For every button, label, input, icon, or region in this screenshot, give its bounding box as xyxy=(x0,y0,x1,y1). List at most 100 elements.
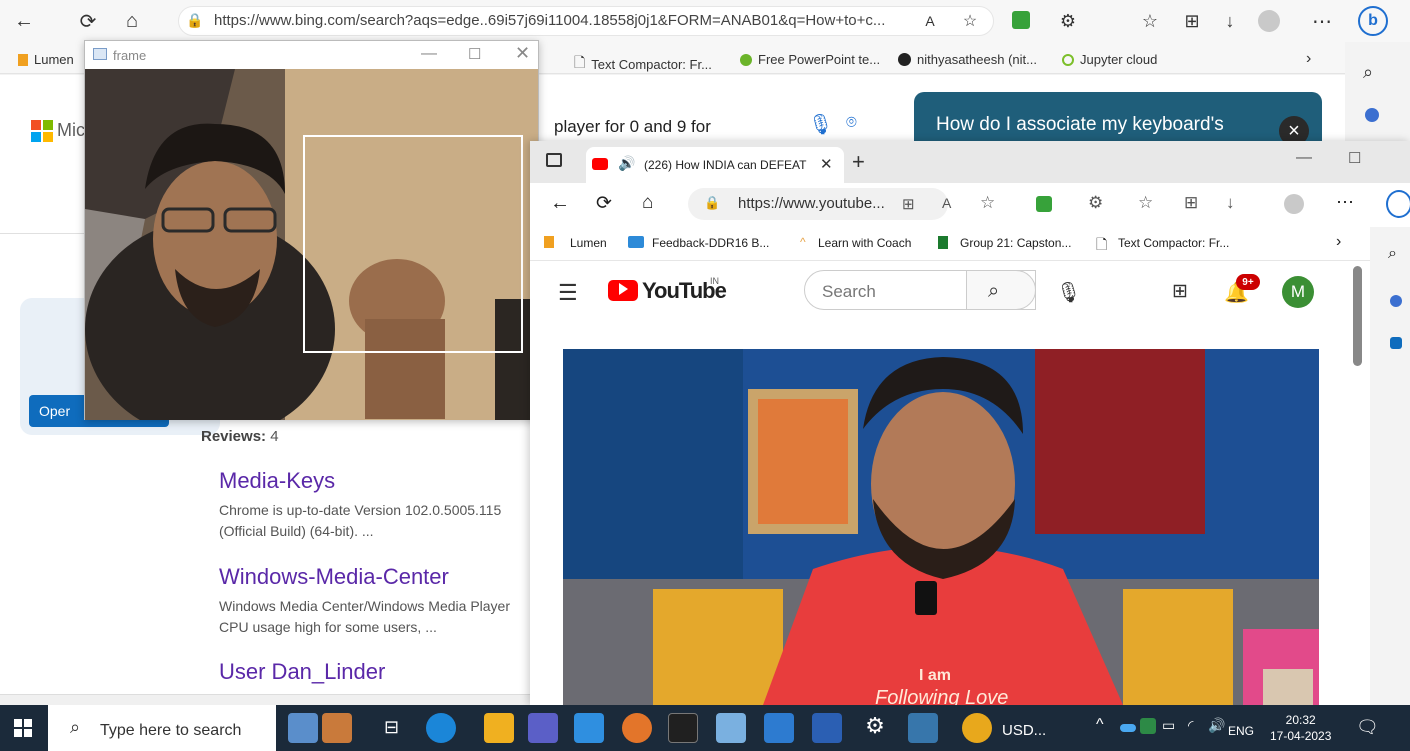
notification-center-icon[interactable]: 🗨 xyxy=(1356,717,1379,738)
read-aloud-icon[interactable]: A xyxy=(916,8,944,34)
profile-avatar[interactable] xyxy=(1258,10,1280,32)
result-title[interactable]: Windows-Media-Center xyxy=(219,564,449,590)
address-url[interactable]: https://www.youtube... xyxy=(738,195,885,212)
bing-chat-icon[interactable]: b xyxy=(1358,6,1388,36)
downloads-icon[interactable]: ↓ xyxy=(1226,193,1235,213)
close-icon[interactable]: ✕ xyxy=(515,43,530,64)
jupyter-icon[interactable] xyxy=(622,713,652,743)
visual-search-icon[interactable]: ⌾ xyxy=(846,112,857,133)
favorite-item[interactable]: Feedback-DDR16 B... xyxy=(652,236,769,250)
battery-icon[interactable]: ▭ xyxy=(1162,717,1175,734)
bing-search-query[interactable]: player for 0 and 9 for xyxy=(554,117,711,137)
microphone-icon[interactable]: 🎙 xyxy=(808,112,833,137)
app-available-icon[interactable]: ⊞ xyxy=(902,195,915,213)
youtube-browser-window[interactable]: 🔊 (226) How INDIA can DEFEAT ✕ + — ☐ ← ⟳… xyxy=(530,141,1410,705)
favorites-icon[interactable]: ☆ xyxy=(1138,193,1153,213)
more-icon[interactable]: ⋯ xyxy=(1336,192,1354,213)
home-icon[interactable]: ⌂ xyxy=(118,8,146,34)
extensions-puzzle-icon[interactable]: ⚙ xyxy=(1054,8,1082,34)
result-title[interactable]: Media-Keys xyxy=(219,468,335,494)
favorite-add-icon[interactable]: ☆ xyxy=(956,8,984,34)
windows-start-icon[interactable] xyxy=(14,719,32,737)
collections-icon[interactable]: ⊞ xyxy=(1178,8,1206,34)
camera-frame-window[interactable]: frame — ☐ ✕ xyxy=(84,40,539,420)
minimize-icon[interactable]: — xyxy=(421,45,437,63)
vscode-icon[interactable] xyxy=(574,713,604,743)
wifi-icon[interactable]: ◜ xyxy=(1188,717,1193,734)
menu-icon[interactable]: ☰ xyxy=(558,280,578,306)
favorite-item[interactable]: Group 21: Capston... xyxy=(960,236,1071,250)
downloads-icon[interactable]: ↓ xyxy=(1216,8,1244,34)
sidebar-tools-icon[interactable] xyxy=(1365,108,1379,122)
favorite-item[interactable]: Free PowerPoint te... xyxy=(740,52,880,67)
word-icon[interactable] xyxy=(812,713,842,743)
address-url[interactable]: https://www.bing.com/search?aqs=edge..69… xyxy=(214,12,885,29)
settings-gear-icon[interactable]: ⚙ xyxy=(860,713,890,743)
back-arrow-icon[interactable]: ← xyxy=(10,8,38,34)
favorite-item[interactable]: nithyasatheesh (nit... xyxy=(898,52,1037,67)
more-icon[interactable]: ⋯ xyxy=(1308,8,1336,34)
volume-icon[interactable]: 🔊 xyxy=(1208,717,1225,734)
language-indicator[interactable]: ENG xyxy=(1228,724,1254,738)
refresh-icon[interactable]: ⟳ xyxy=(74,8,102,34)
avatar[interactable]: M xyxy=(1282,276,1314,308)
maximize-icon[interactable]: ☐ xyxy=(1348,149,1361,167)
taskbar-app-icon[interactable] xyxy=(288,713,318,743)
sidebar-search-icon[interactable]: ⌕ xyxy=(1388,245,1397,263)
favorites-overflow-icon[interactable]: › xyxy=(1306,50,1311,68)
vertical-scrollbar[interactable] xyxy=(1353,266,1362,366)
profile-avatar[interactable] xyxy=(1284,194,1304,214)
minimize-icon[interactable]: — xyxy=(1296,149,1312,167)
tab-actions-icon[interactable] xyxy=(546,153,562,167)
favorites-overflow-icon[interactable]: › xyxy=(1336,233,1341,251)
weather-icon[interactable] xyxy=(962,713,992,743)
sidebar-tools-icon[interactable] xyxy=(1390,295,1402,307)
search-button[interactable] xyxy=(966,270,1036,310)
search-icon[interactable]: ⌕ xyxy=(988,280,999,303)
close-icon[interactable]: ✕ xyxy=(820,155,833,173)
teams-icon[interactable] xyxy=(528,713,558,743)
extensions-puzzle-icon[interactable]: ⚙ xyxy=(1088,193,1103,213)
python-icon[interactable] xyxy=(908,713,938,743)
photos-icon[interactable] xyxy=(764,713,794,743)
microphone-icon[interactable]: 🎙 xyxy=(1056,280,1081,305)
favorite-item[interactable]: Text Compactor: Fr... xyxy=(1118,236,1229,250)
collections-icon[interactable]: ⊞ xyxy=(1184,193,1198,213)
taskbar-briefcase-icon[interactable] xyxy=(322,713,352,743)
favorite-add-icon[interactable]: ☆ xyxy=(980,193,995,213)
back-arrow-icon[interactable]: ← xyxy=(550,192,570,215)
read-aloud-icon[interactable]: A xyxy=(942,195,951,211)
create-video-icon[interactable]: ⊞ xyxy=(1172,280,1188,303)
new-tab-icon[interactable]: + xyxy=(852,149,865,175)
maximize-icon[interactable]: ☐ xyxy=(468,45,481,63)
home-icon[interactable]: ⌂ xyxy=(642,192,653,214)
favorite-item[interactable]: Jupyter cloud xyxy=(1062,52,1157,67)
onedrive-icon[interactable] xyxy=(1120,724,1136,732)
task-view-icon[interactable]: ⊟ xyxy=(384,717,399,738)
terminal-icon[interactable] xyxy=(668,713,698,743)
weather-text[interactable]: USD... xyxy=(1002,722,1046,739)
tray-chevron-icon[interactable]: ^ xyxy=(1096,716,1104,734)
tray-app-icon[interactable] xyxy=(1140,718,1156,734)
taskbar-search-placeholder[interactable]: Type here to search xyxy=(100,722,241,740)
horizontal-scrollbar[interactable] xyxy=(0,694,540,705)
frame-titlebar[interactable]: frame — ☐ ✕ xyxy=(85,41,538,69)
extension-icon[interactable] xyxy=(1012,11,1030,29)
favorites-icon[interactable]: ☆ xyxy=(1136,8,1164,34)
file-explorer-icon[interactable] xyxy=(484,713,514,743)
chat-suggestion-text[interactable]: How do I associate my keyboard's xyxy=(936,114,1224,136)
video-player[interactable]: I am Following Love xyxy=(563,349,1319,705)
bing-chat-icon[interactable] xyxy=(1386,190,1410,218)
sidebar-outlook-icon[interactable] xyxy=(1390,337,1402,349)
edge-icon[interactable] xyxy=(426,713,456,743)
favorite-item[interactable]: Lumen xyxy=(570,236,607,250)
refresh-icon[interactable]: ⟳ xyxy=(596,192,612,215)
taskbar-app-icon[interactable] xyxy=(716,713,746,743)
favorite-item[interactable]: Learn with Coach xyxy=(818,236,911,250)
favorite-item[interactable]: Lumen xyxy=(18,52,74,67)
sidebar-search-icon[interactable]: ⌕ xyxy=(1363,62,1373,83)
extension-icon[interactable] xyxy=(1036,196,1052,212)
tab-youtube[interactable]: 🔊 (226) How INDIA can DEFEAT ✕ xyxy=(586,147,844,183)
clock[interactable]: 20:32 17-04-2023 xyxy=(1270,712,1331,744)
result-title[interactable]: User Dan_Linder xyxy=(219,659,385,685)
